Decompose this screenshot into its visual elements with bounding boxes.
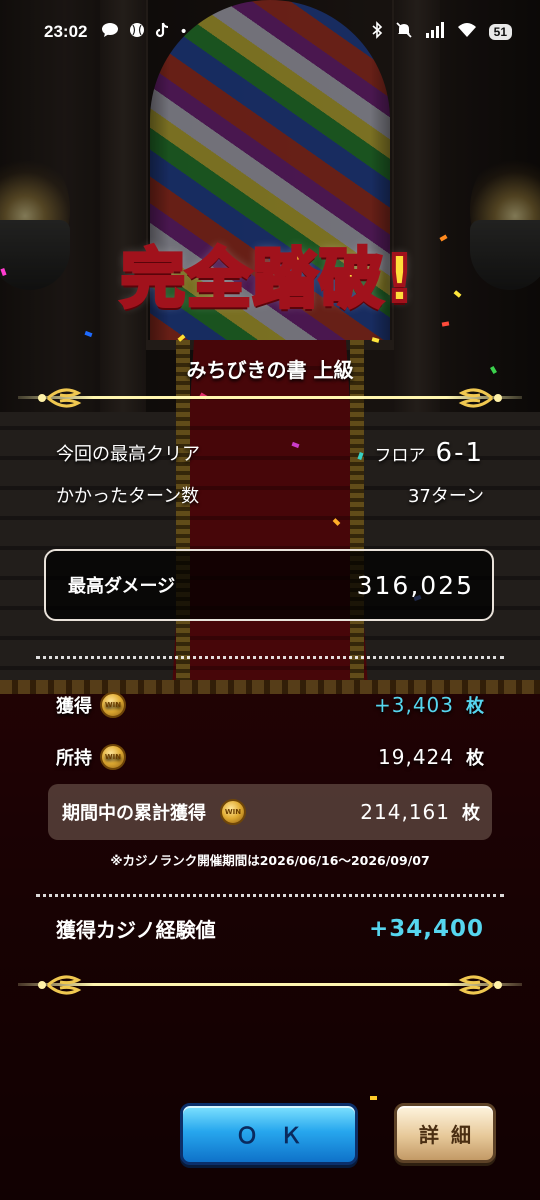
confetti-piece	[370, 1096, 377, 1100]
period-label: 期間中の累計獲得	[62, 803, 206, 824]
owned-value: 19,424	[378, 745, 454, 769]
max-damage-label: 最高ダメージ	[68, 576, 176, 597]
signal-icon	[425, 22, 445, 42]
bluetooth-icon	[371, 21, 383, 43]
gold-divider-top	[18, 388, 522, 408]
casino-coin-icon: WIN	[100, 692, 126, 718]
casino-coin-icon: WIN	[100, 744, 126, 770]
period-value: 214,161	[360, 800, 450, 824]
floor-number: 6-1	[435, 438, 484, 468]
system-icons: 51	[371, 21, 512, 43]
best-clear-label: 今回の最高クリア	[56, 444, 200, 465]
floor-prefix: フロア	[374, 446, 426, 466]
notification-icons: •	[101, 22, 188, 42]
dotted-divider	[36, 894, 504, 897]
owned-coins-row: 所持 WIN 19,424 枚	[56, 744, 484, 770]
exp-value: +34,400	[368, 915, 484, 942]
wifi-icon	[457, 22, 477, 42]
best-clear-value: フロア 6-1	[375, 438, 484, 468]
tiktok-icon	[155, 22, 169, 42]
dotted-divider	[36, 656, 504, 659]
max-damage-box: 最高ダメージ 316,025	[44, 549, 494, 621]
earned-coins-row: 獲得 WIN +3,403 枚	[56, 692, 484, 718]
owned-label: 所持	[56, 748, 92, 769]
owned-unit: 枚	[466, 748, 484, 769]
casino-rank-period-note: ※カジノランク開催期間は2026/06/16〜2026/09/07	[110, 853, 430, 868]
status-bar: 23:02 • 51	[0, 0, 540, 64]
baseball-icon	[129, 22, 145, 42]
casino-coin-icon: WIN	[220, 799, 246, 825]
ok-button[interactable]: ＯＫ	[180, 1103, 358, 1165]
result-banner: 完全踏破!	[96, 228, 441, 332]
earned-value: +3,403	[373, 693, 454, 717]
period-unit: 枚	[462, 803, 480, 824]
chat-bubble-icon	[101, 22, 119, 42]
turns-label: かかったターン数	[56, 486, 200, 507]
turns-value: 37ターン	[407, 486, 484, 507]
gold-divider-bottom	[18, 975, 522, 995]
earned-label: 獲得	[56, 696, 92, 717]
detail-button[interactable]: 詳細	[394, 1103, 496, 1163]
dot-icon: •	[179, 24, 188, 40]
mute-icon	[395, 21, 413, 43]
battery-indicator: 51	[488, 24, 512, 40]
period-cumulative-row: 期間中の累計獲得 WIN 214,161 枚	[48, 784, 492, 840]
casino-exp-row: 獲得カジノ経験値 +34,400	[56, 914, 484, 943]
best-clear-row: 今回の最高クリア フロア 6-1	[56, 438, 484, 468]
exp-label: 獲得カジノ経験値	[56, 918, 216, 942]
earned-unit: 枚	[466, 696, 484, 717]
status-time: 23:02	[44, 22, 88, 41]
quest-name: みちびきの書 上級	[186, 358, 354, 382]
max-damage-value: 316,025	[356, 570, 474, 600]
turns-row: かかったターン数 37ターン	[56, 482, 484, 508]
result-title: 完全踏破!	[119, 241, 417, 319]
